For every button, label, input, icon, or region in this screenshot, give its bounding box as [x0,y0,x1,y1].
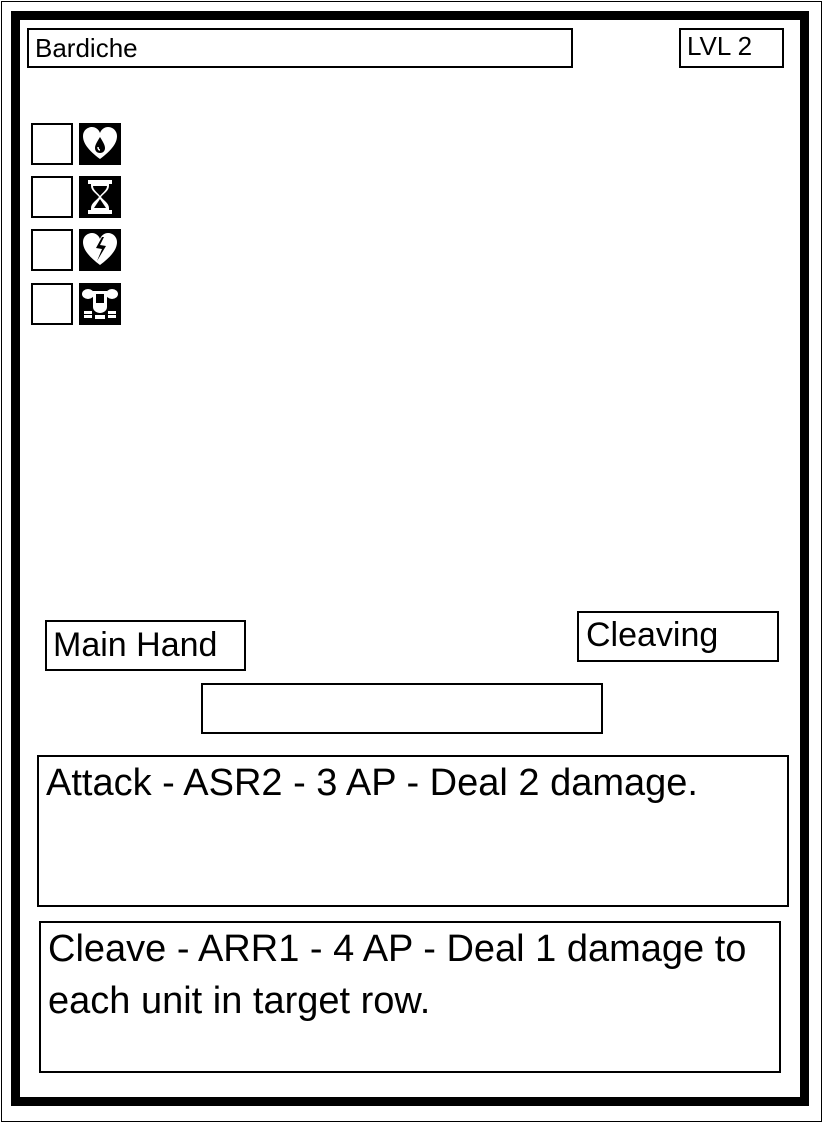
ability-cleave-box[interactable]: Cleave - ARR1 - 4 AP - Deal 1 damage to … [39,921,781,1073]
equip-slot-field[interactable]: Main Hand [45,620,246,671]
status-row-armor [31,283,123,325]
card-name-field[interactable]: Bardiche [27,28,573,68]
status-row-broken-heart [31,229,123,271]
status-row-hourglass [31,176,123,218]
card-level-field[interactable]: LVL 2 [679,28,784,68]
armor-icon [79,283,121,325]
hourglass-checkbox[interactable] [31,176,73,218]
broken-heart-checkbox[interactable] [31,229,73,271]
hourglass-icon [79,176,121,218]
weapon-type-field[interactable]: Cleaving [577,611,779,662]
broken-heart-icon [79,229,121,271]
bleeding-heart-icon [79,123,121,165]
blank-text-field[interactable] [201,683,603,734]
ability-attack-box[interactable]: Attack - ASR2 - 3 AP - Deal 2 damage. [37,755,789,907]
status-row-bleeding [31,123,123,165]
bleeding-checkbox[interactable] [31,123,73,165]
armor-checkbox[interactable] [31,283,73,325]
